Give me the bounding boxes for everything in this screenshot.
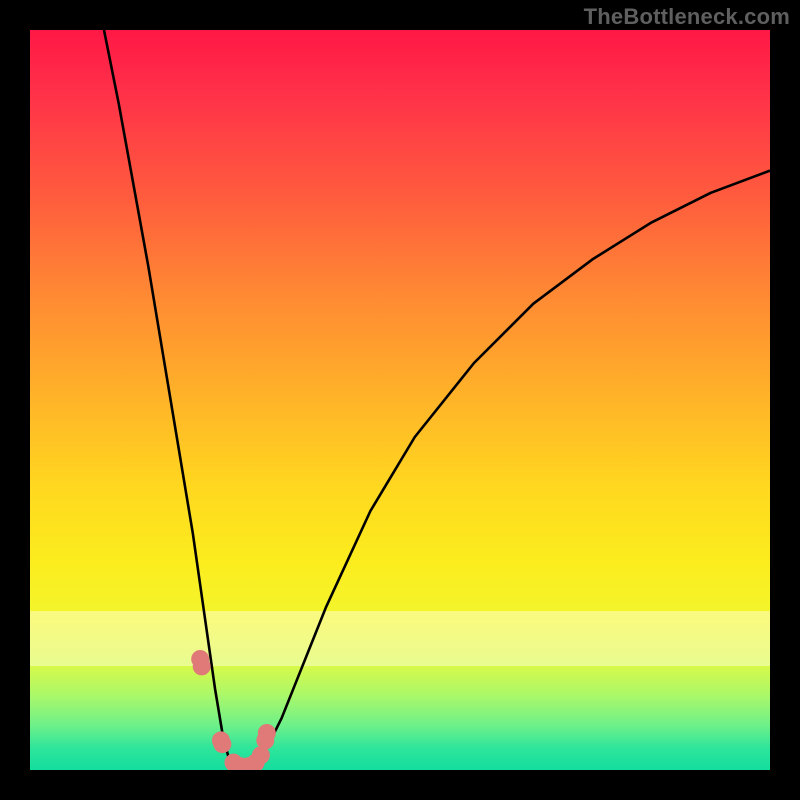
marker-dot: [193, 657, 211, 675]
marker-dots-group: [191, 650, 276, 770]
marker-dot: [213, 735, 231, 753]
marker-dot: [258, 724, 276, 742]
chart-frame: TheBottleneck.com: [0, 0, 800, 800]
watermark-text: TheBottleneck.com: [584, 4, 790, 30]
plot-area: [30, 30, 770, 770]
chart-svg: [30, 30, 770, 770]
